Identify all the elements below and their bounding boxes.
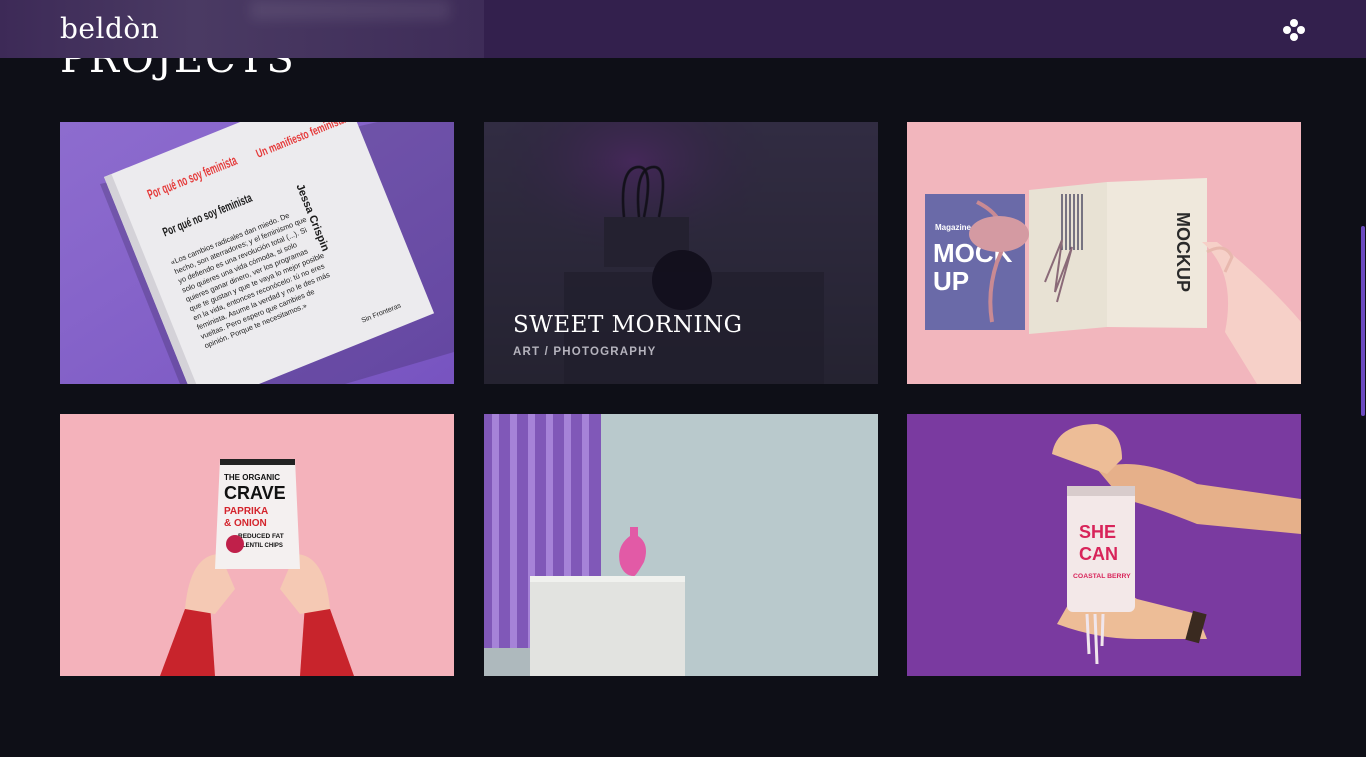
mag-left-line2: UP	[933, 266, 969, 296]
pack-line6: LENTIL CHIPS	[242, 543, 283, 549]
can-line1: SHE	[1079, 522, 1116, 542]
book-image: Por qué no soy feminista Un manifiesto f…	[60, 122, 454, 384]
project-card-sweet-morning[interactable]: SWEET MORNING ART / PHOTOGRAPHY	[484, 122, 878, 384]
project-card-vase[interactable]	[484, 414, 878, 676]
site-header: beldòn	[0, 0, 1366, 58]
project-card-chips[interactable]: THE ORGANIC CRAVE PAPRIKA & ONION REDUCE…	[60, 414, 454, 676]
magazine-image: Magazine MOCK UP MOCKUP	[907, 122, 1301, 384]
mag-left-small: Magazine	[935, 223, 972, 232]
card-category: ART / PHOTOGRAPHY	[513, 346, 657, 358]
mag-right-title: MOCKUP	[1173, 212, 1193, 292]
pack-line4: & ONION	[224, 518, 267, 529]
card-title: SWEET MORNING	[513, 312, 743, 338]
pack-line1: THE ORGANIC	[224, 473, 280, 482]
project-card-magazine[interactable]: Magazine MOCK UP MOCKUP	[907, 122, 1301, 384]
vase-image	[484, 414, 878, 676]
scrollbar[interactable]	[1361, 226, 1365, 416]
chips-image: THE ORGANIC CRAVE PAPRIKA & ONION REDUCE…	[60, 414, 454, 676]
pack-line3: PAPRIKA	[224, 506, 268, 517]
dots-menu-icon[interactable]	[1282, 18, 1306, 42]
pack-line5: REDUCED FAT	[238, 533, 284, 540]
logo[interactable]: beldòn	[60, 12, 159, 45]
pack-line2: CRAVE	[224, 483, 286, 503]
can-line3: COASTAL BERRY	[1073, 573, 1131, 580]
project-card-book[interactable]: Por qué no soy feminista Un manifiesto f…	[60, 122, 454, 384]
can-line2: CAN	[1079, 544, 1118, 564]
binder-clip-silhouette	[622, 165, 712, 310]
can-image: SHE CAN COASTAL BERRY	[907, 414, 1301, 676]
project-card-can[interactable]: SHE CAN COASTAL BERRY	[907, 414, 1301, 676]
